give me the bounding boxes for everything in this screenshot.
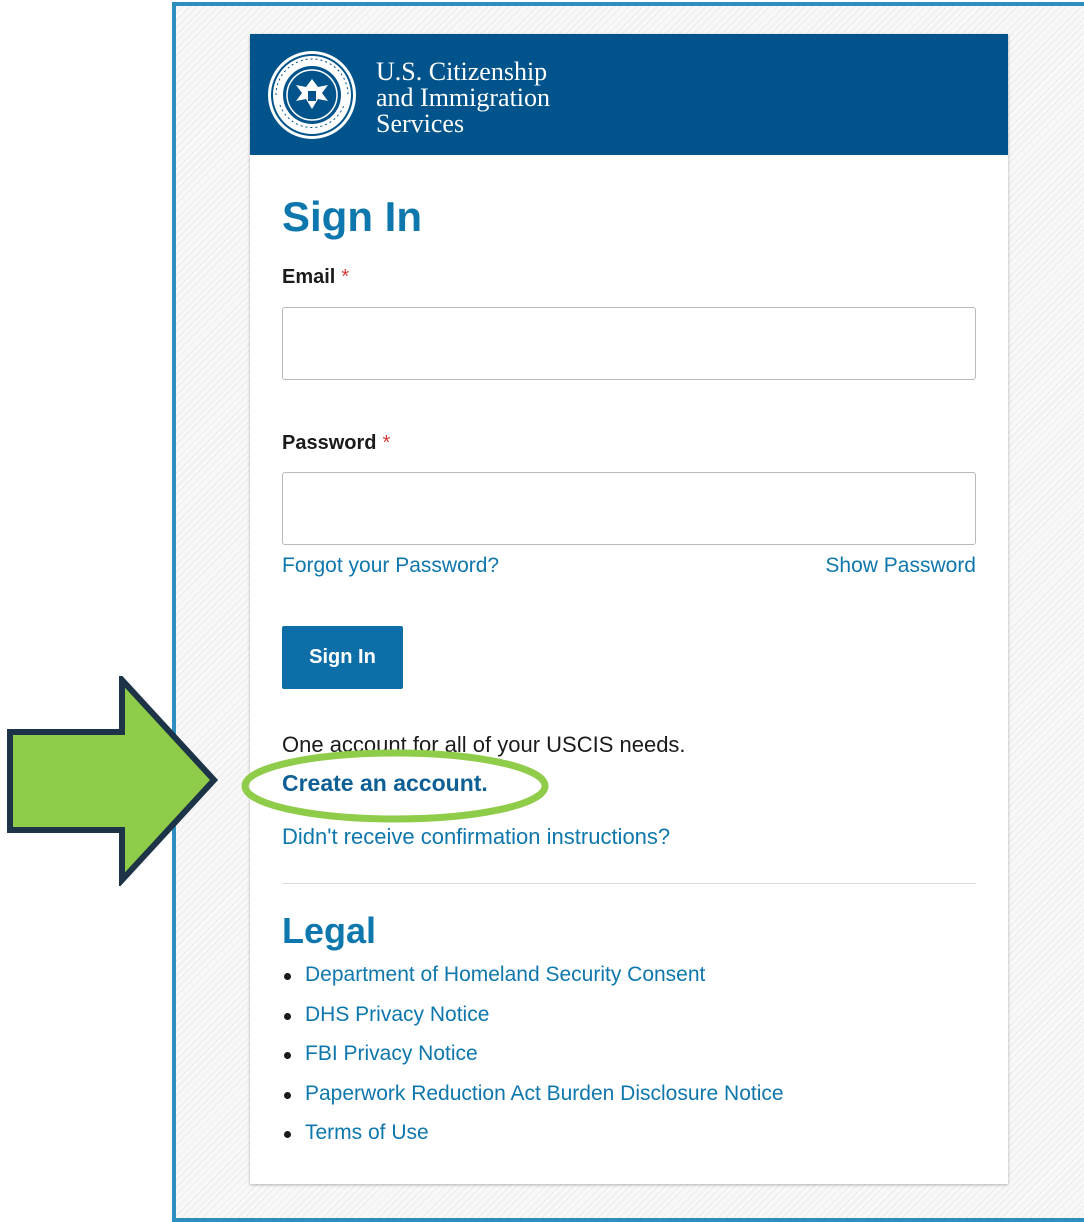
- legal-link-dhs-privacy[interactable]: DHS Privacy Notice: [305, 1003, 489, 1026]
- show-password-link[interactable]: Show Password: [825, 554, 976, 578]
- page-title: Sign In: [282, 193, 422, 240]
- password-label: Password *: [282, 432, 390, 455]
- section-divider: [282, 883, 976, 884]
- list-item: Paperwork Reduction Act Burden Disclosur…: [282, 1082, 784, 1122]
- agency-name-line2: and Immigration: [376, 83, 551, 112]
- list-item: Department of Homeland Security Consent: [282, 963, 784, 1003]
- password-label-text: Password: [282, 432, 377, 454]
- email-label-text: Email: [282, 266, 336, 288]
- uscis-banner: U.S. Citizenship and Immigration Service…: [250, 34, 1008, 155]
- email-label: Email *: [282, 266, 349, 289]
- legal-link-dhs-consent[interactable]: Department of Homeland Security Consent: [305, 963, 705, 986]
- legal-heading: Legal: [282, 910, 377, 951]
- agency-name-line1: U.S. Citizenship: [376, 57, 548, 86]
- legal-links-list: Department of Homeland Security Consent …: [282, 963, 784, 1161]
- agency-name-line3: Services: [376, 109, 465, 138]
- legal-link-paperwork-reduction[interactable]: Paperwork Reduction Act Burden Disclosur…: [305, 1082, 784, 1105]
- signin-button[interactable]: Sign In: [282, 626, 403, 689]
- required-indicator: *: [382, 432, 391, 454]
- dhs-seal-icon: [268, 51, 356, 139]
- email-field[interactable]: [282, 307, 976, 380]
- list-item: Terms of Use: [282, 1121, 784, 1161]
- agency-name: U.S. Citizenship and Immigration Service…: [376, 59, 550, 137]
- signin-card: U.S. Citizenship and Immigration Service…: [250, 34, 1008, 1184]
- required-indicator: *: [341, 266, 350, 288]
- pointer-arrow-icon: [7, 676, 219, 886]
- list-item: DHS Privacy Notice: [282, 1003, 784, 1043]
- list-item: FBI Privacy Notice: [282, 1042, 784, 1082]
- highlight-ellipse: [241, 749, 549, 823]
- forgot-password-link[interactable]: Forgot your Password?: [282, 554, 499, 578]
- legal-link-terms-of-use[interactable]: Terms of Use: [305, 1121, 429, 1144]
- confirmation-instructions-link[interactable]: Didn't receive confirmation instructions…: [282, 824, 670, 850]
- password-field[interactable]: [282, 472, 976, 545]
- legal-link-fbi-privacy[interactable]: FBI Privacy Notice: [305, 1042, 478, 1065]
